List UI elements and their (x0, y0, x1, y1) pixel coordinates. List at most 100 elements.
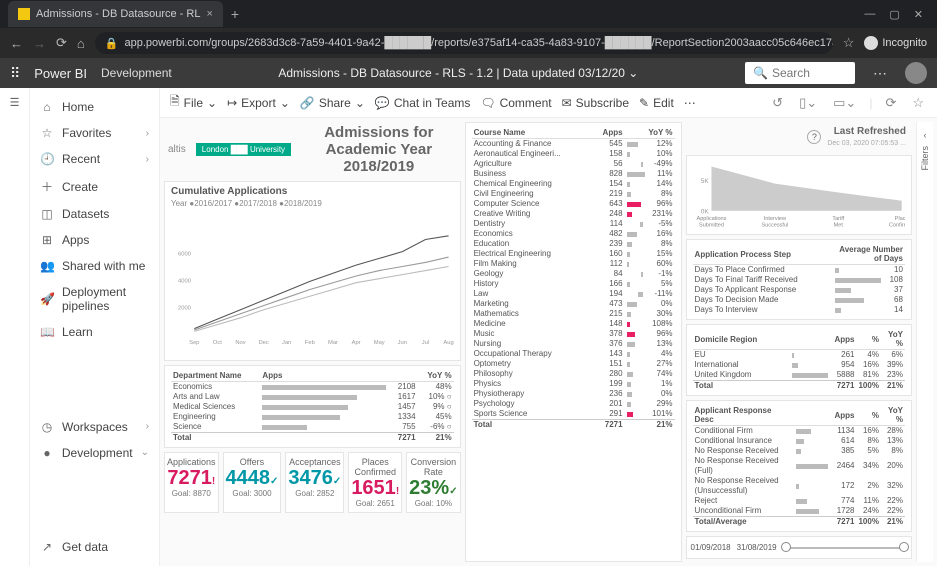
slider-handle-right[interactable] (899, 542, 909, 552)
overflow-menu[interactable]: ⋯ (684, 96, 696, 110)
file-menu[interactable]: 🗎 File ⌄ (170, 92, 217, 113)
chevron-right-icon: › (146, 421, 149, 432)
powerbi-brand[interactable]: Power BI (34, 66, 87, 81)
svg-text:Confirmed: Confirmed (889, 222, 905, 228)
nav-apps[interactable]: ⊞Apps (30, 227, 159, 253)
nav-collapse-icon[interactable]: ☰ (0, 88, 30, 566)
kpi-card[interactable]: Places Confirmed 1651! Goal: 2651 (348, 452, 402, 513)
kpi-card[interactable]: Applications 7271! Goal: 8870 (164, 452, 219, 513)
kpi-card[interactable]: Offers 4448✓ Goal: 3000 (223, 452, 282, 513)
chat-teams-button[interactable]: 💬 Chat in Teams (375, 96, 470, 110)
slider-handle-left[interactable] (781, 542, 791, 552)
new-tab-button[interactable]: + (223, 6, 247, 22)
tab-title: Admissions - DB Datasource - RL (36, 8, 200, 20)
svg-text:Place: Place (894, 216, 905, 222)
window-minimize-icon[interactable]: — (864, 8, 875, 21)
address-bar[interactable]: 🔒 app.powerbi.com/groups/2683d3c8-7a59-4… (95, 32, 833, 54)
share-menu[interactable]: 🔗 Share ⌄ (300, 96, 365, 110)
domicile-card[interactable]: Domicile RegionApps%YoY %EU2614%6%Intern… (686, 324, 912, 396)
incognito-icon (864, 36, 878, 50)
browser-tab-strip: Admissions - DB Datasource - RL × + — ▢ … (0, 0, 937, 28)
svg-text:5K: 5K (700, 178, 709, 185)
incognito-indicator[interactable]: Incognito (864, 36, 927, 50)
nav-recent[interactable]: 🕘Recent› (30, 146, 159, 172)
chevron-left-icon: ‹ (923, 130, 926, 140)
funnel-chart-svg: 0K5KApplicationsSubmittedInterviewSucces… (693, 160, 905, 232)
course-table: Course NameAppsYoY %Accounting & Finance… (472, 127, 675, 430)
filters-pane-collapsed[interactable]: ‹ Filters (916, 122, 933, 562)
chevron-right-icon: › (146, 154, 149, 165)
workspace-name[interactable]: Development (101, 66, 172, 80)
department-table-card[interactable]: Department NameAppsYoY %Economics210848%… (164, 365, 461, 448)
window-maximize-icon[interactable]: ▢ (889, 8, 899, 21)
kpi-goal: Goal: 10% (409, 499, 457, 508)
search-icon: 🔍 (753, 66, 768, 80)
svg-text:0K: 0K (700, 209, 709, 216)
kpi-card[interactable]: Conversion Rate 23%✓ Goal: 10% (406, 452, 460, 513)
apps-icon: ⊞ (40, 233, 54, 247)
forward-icon[interactable]: → (33, 36, 46, 51)
export-menu[interactable]: ↦ Export ⌄ (227, 96, 290, 110)
kpi-label: Places Confirmed (351, 457, 399, 477)
left-nav: ⌂Home ☆Favorites› 🕘Recent› ＋Create ◫Data… (30, 88, 160, 566)
svg-text:Oct: Oct (213, 340, 222, 346)
home-icon[interactable]: ⌂ (77, 36, 85, 51)
nav-pipelines[interactable]: 🚀Deployment pipelines (30, 279, 159, 319)
tab-close-icon[interactable]: × (206, 8, 212, 20)
getdata-icon: ↗ (40, 540, 54, 554)
kpi-value: 1651! (351, 477, 399, 499)
svg-text:Mar: Mar (328, 340, 338, 346)
process-step-card[interactable]: Application Process StepAverage Number o… (686, 239, 912, 320)
reset-icon[interactable]: ↺ (769, 95, 786, 111)
powerbi-favicon (18, 8, 30, 20)
nav-development[interactable]: ●Development⌄ (30, 440, 159, 466)
course-table-card[interactable]: Course NameAppsYoY %Accounting & Finance… (465, 122, 682, 562)
nav-datasets[interactable]: ◫Datasets (30, 201, 159, 227)
svg-text:Dec: Dec (258, 340, 268, 346)
edit-button[interactable]: ✎ Edit (639, 96, 674, 110)
favorite-toggle-icon[interactable]: ☆ (909, 95, 927, 111)
url-text: app.powerbi.com/groups/2683d3c8-7a59-440… (124, 37, 832, 49)
svg-text:4000: 4000 (178, 279, 191, 285)
university-logo: London ███ University (196, 143, 291, 156)
reload-icon[interactable]: ⟳ (56, 35, 67, 51)
kpi-card[interactable]: Acceptances 3476✓ Goal: 2852 (285, 452, 344, 513)
kpi-value: 23%✓ (409, 477, 457, 499)
more-options-icon[interactable]: ⋯ (869, 65, 891, 82)
response-card[interactable]: Applicant Response DescApps%YoY %Conditi… (686, 400, 912, 532)
subscribe-button[interactable]: ✉ Subscribe (562, 96, 629, 110)
line-chart-svg: 200040006000SepOctNovDecJanFebMarAprMayJ… (171, 210, 454, 360)
comment-button[interactable]: 🗨 Comment (480, 96, 551, 110)
view-dropdown[interactable]: ▭⌄ (830, 95, 859, 111)
funnel-chart-card[interactable]: 0K5KApplicationsSubmittedInterviewSucces… (686, 155, 912, 235)
help-icon[interactable]: ? (807, 130, 821, 144)
window-close-icon[interactable]: ✕ (914, 8, 923, 21)
nav-home[interactable]: ⌂Home (30, 94, 159, 120)
bookmark-dropdown[interactable]: ▯⌄ (796, 95, 820, 111)
process-step-table: Application Process StepAverage Number o… (693, 244, 905, 315)
user-avatar[interactable] (905, 62, 927, 84)
svg-text:Successful: Successful (761, 222, 788, 228)
back-icon[interactable]: ← (10, 36, 23, 51)
browser-tab[interactable]: Admissions - DB Datasource - RL × (8, 1, 223, 27)
action-bar: 🗎 File ⌄ ↦ Export ⌄ 🔗 Share ⌄ 💬 Chat in … (160, 88, 937, 118)
refresh-icon[interactable]: ⟳ (882, 95, 899, 111)
bookmark-star-icon[interactable]: ☆ (843, 35, 855, 51)
svg-text:Submitted: Submitted (699, 222, 724, 228)
svg-text:Feb: Feb (305, 340, 315, 346)
svg-text:Applications: Applications (696, 216, 726, 222)
kpi-goal: Goal: 3000 (226, 489, 279, 498)
search-input[interactable]: 🔍 Search (745, 62, 855, 84)
nav-create[interactable]: ＋Create (30, 172, 159, 201)
nav-workspaces[interactable]: ◷Workspaces› (30, 414, 159, 440)
nav-shared[interactable]: 👥Shared with me (30, 253, 159, 279)
nav-getdata[interactable]: ↗Get data (30, 534, 159, 560)
nav-favorites[interactable]: ☆Favorites› (30, 120, 159, 146)
app-launcher-icon[interactable]: ⠿ (10, 65, 20, 82)
cumulative-chart-card[interactable]: Cumulative Applications Year ●2016/2017 … (164, 181, 461, 361)
kpi-value: 7271! (167, 467, 216, 489)
date-slider[interactable]: 01/09/2018 31/08/2019 (686, 536, 912, 559)
kpi-label: Acceptances (288, 457, 341, 467)
nav-learn[interactable]: 📖Learn (30, 319, 159, 345)
report-breadcrumb[interactable]: Admissions - DB Datasource - RLS - 1.2 |… (186, 66, 731, 80)
